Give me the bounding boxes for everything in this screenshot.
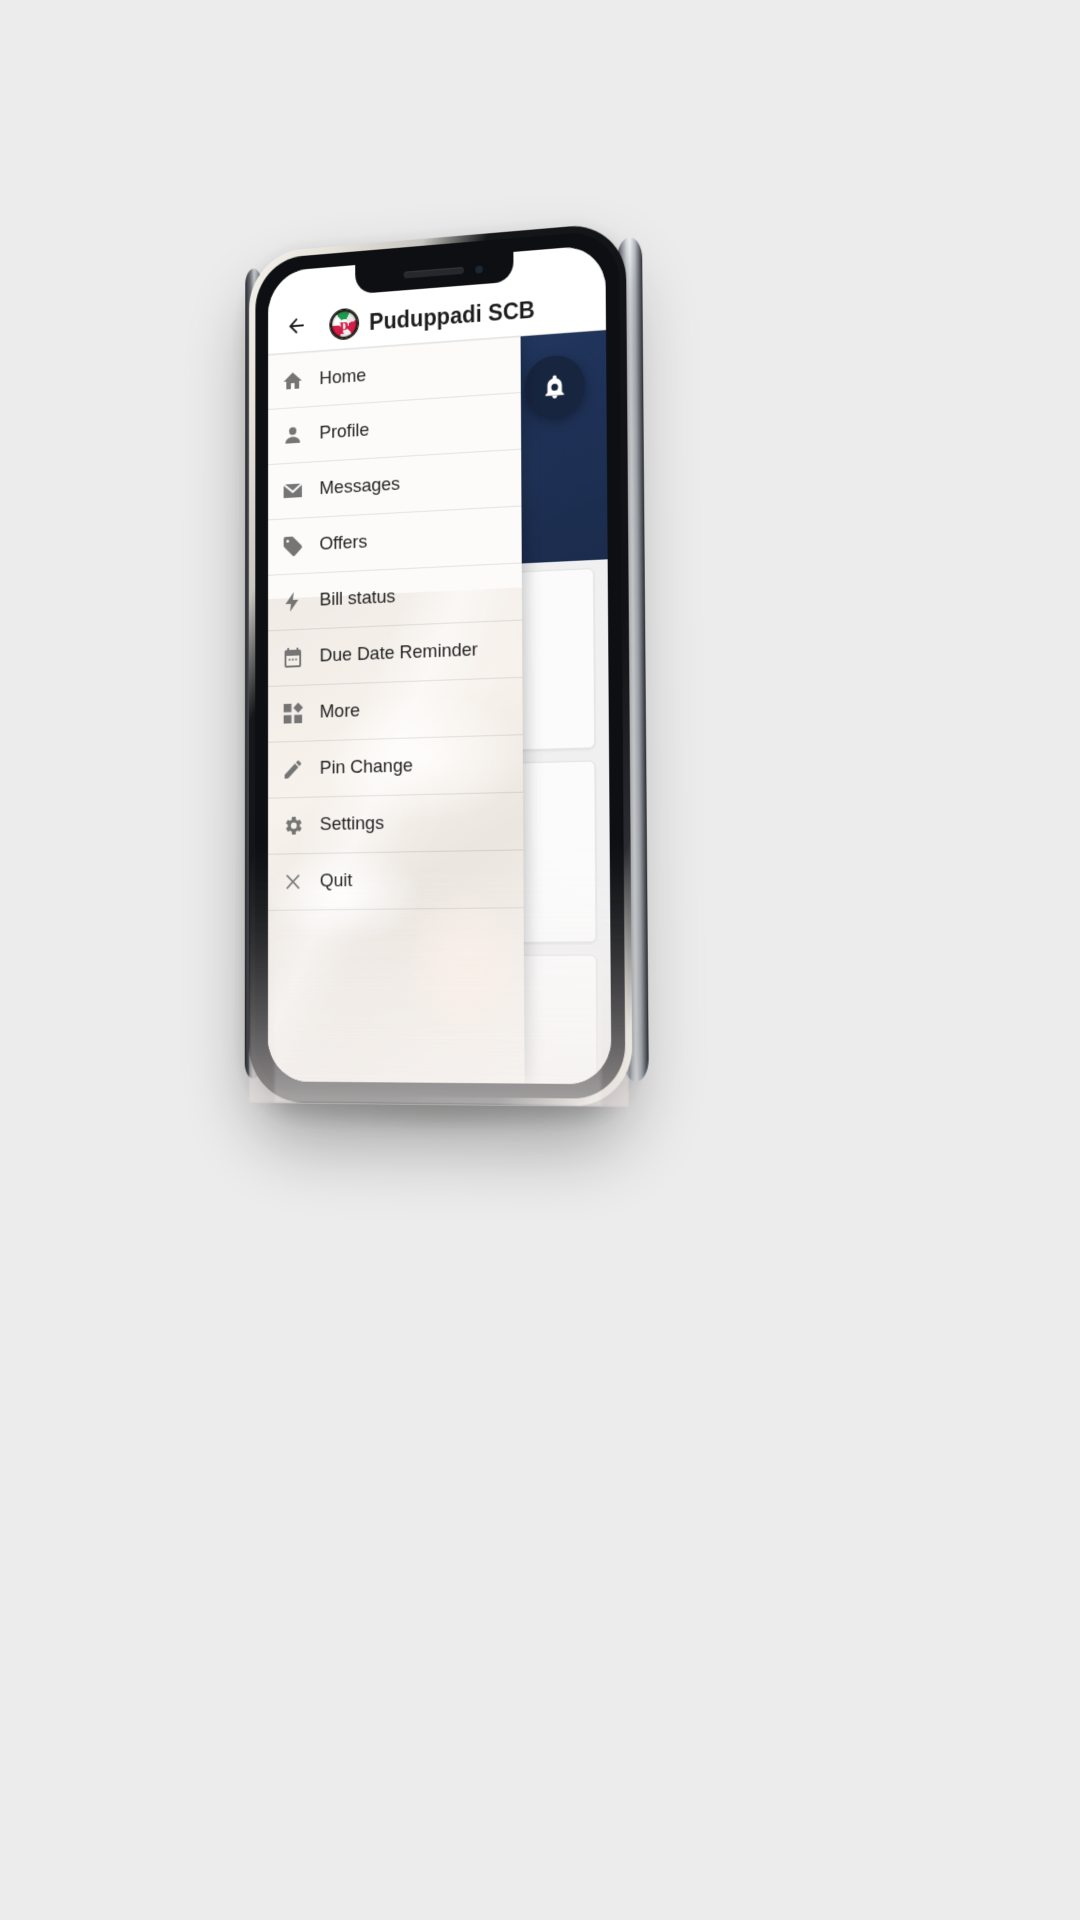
front-camera-icon [475,265,483,273]
lightning-bolt-icon [281,589,305,615]
drawer-item-more[interactable]: More [268,678,523,743]
phone-reflection [249,811,629,1107]
pencil-icon [281,756,305,782]
back-button[interactable] [281,308,312,343]
drawer-item-bill-status[interactable]: Bill status [268,563,522,631]
puduppadi-scb-logo-icon [330,309,358,340]
phone-mockup-scene: Recharge/Pay Bill [0,0,1080,1920]
envelope-icon [281,477,305,504]
drawer-item-pin-change[interactable]: Pin Change [268,735,523,798]
drawer-item-label: Profile [319,420,369,445]
notification-button[interactable] [525,354,586,420]
drawer-item-label: More [320,700,360,723]
drawer-item-label: Messages [319,474,400,500]
person-icon [281,422,305,449]
drawer-item-label: Offers [319,532,367,556]
home-icon [281,367,305,394]
drawer-item-label: Due Date Reminder [320,639,478,667]
bell-icon [541,372,568,402]
tag-icon [281,533,305,560]
app-brand: Puduppadi SCB [330,295,535,340]
drawer-item-label: Home [319,365,366,390]
drawer-item-label: Pin Change [320,755,413,779]
drawer-item-due-date-reminder[interactable]: Due Date Reminder [268,621,522,687]
drawer-item-label: Bill status [320,586,396,611]
arrow-left-icon [285,313,307,338]
grid-more-icon [281,700,305,726]
page-title: Puduppadi SCB [369,296,535,335]
earpiece-speaker [404,267,464,279]
calendar-icon [281,644,305,670]
